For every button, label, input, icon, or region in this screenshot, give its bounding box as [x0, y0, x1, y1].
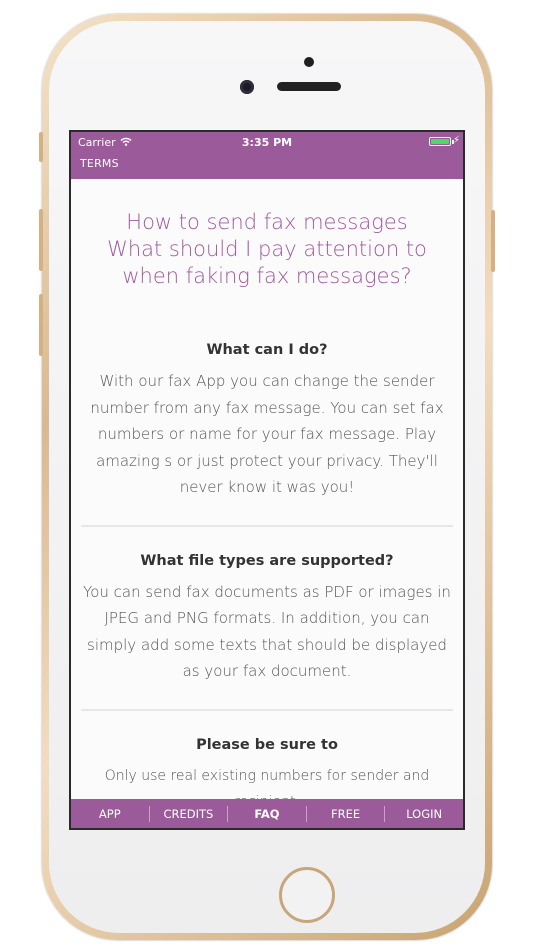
nav-app[interactable]: APP — [71, 805, 150, 822]
status-bar: Carrier 3:35 PM ⚡ — [71, 132, 463, 154]
faq-answer: You can send fax documents as PDF or ima… — [83, 582, 451, 681]
charging-icon: ⚡ — [452, 135, 460, 146]
faq-content[interactable]: How to send fax messages What should I p… — [71, 179, 463, 801]
home-button[interactable] — [279, 867, 335, 923]
faq-answer: Only use real existing numbers for sende… — [104, 767, 430, 802]
status-time: 3:35 PM — [241, 136, 293, 149]
mute-switch — [39, 132, 43, 162]
faq-question: What can I do? — [206, 342, 328, 358]
faq-item: What can I do? With our fax App you can … — [81, 290, 453, 527]
phone-screen: Carrier 3:35 PM ⚡ TERMS How to send fax … — [69, 130, 465, 830]
battery-icon — [429, 137, 451, 146]
nav-faq[interactable]: FAQ — [228, 805, 307, 822]
terms-link[interactable]: TERMS — [80, 157, 119, 170]
faq-item: What file types are supported? You can s… — [81, 527, 453, 711]
title-line-2: What should I pay attention to when faki… — [107, 237, 427, 288]
front-camera-icon — [240, 80, 254, 94]
volume-up-button — [39, 209, 43, 271]
faq-question: What file types are supported? — [140, 552, 394, 569]
power-button — [491, 210, 495, 272]
page-title: How to send fax messages What should I p… — [83, 209, 451, 290]
top-bar: Carrier 3:35 PM ⚡ TERMS — [71, 132, 463, 179]
proximity-sensor — [304, 57, 314, 67]
earpiece-speaker — [277, 82, 341, 91]
nav-login[interactable]: LOGIN — [385, 806, 463, 822]
nav-credits[interactable]: CREDITS — [150, 805, 229, 822]
faq-answer: With our fax App you can change the send… — [90, 372, 444, 496]
faq-item: Please be sure to Only use real existing… — [81, 711, 453, 802]
bottom-nav: APP CREDITS FAQ FREE LOGIN — [71, 799, 463, 828]
faq-question: Please be sure to — [196, 736, 338, 753]
title-line-1: How to send fax messages — [126, 210, 408, 234]
nav-free[interactable]: FREE — [307, 805, 386, 822]
volume-down-button — [39, 294, 43, 356]
